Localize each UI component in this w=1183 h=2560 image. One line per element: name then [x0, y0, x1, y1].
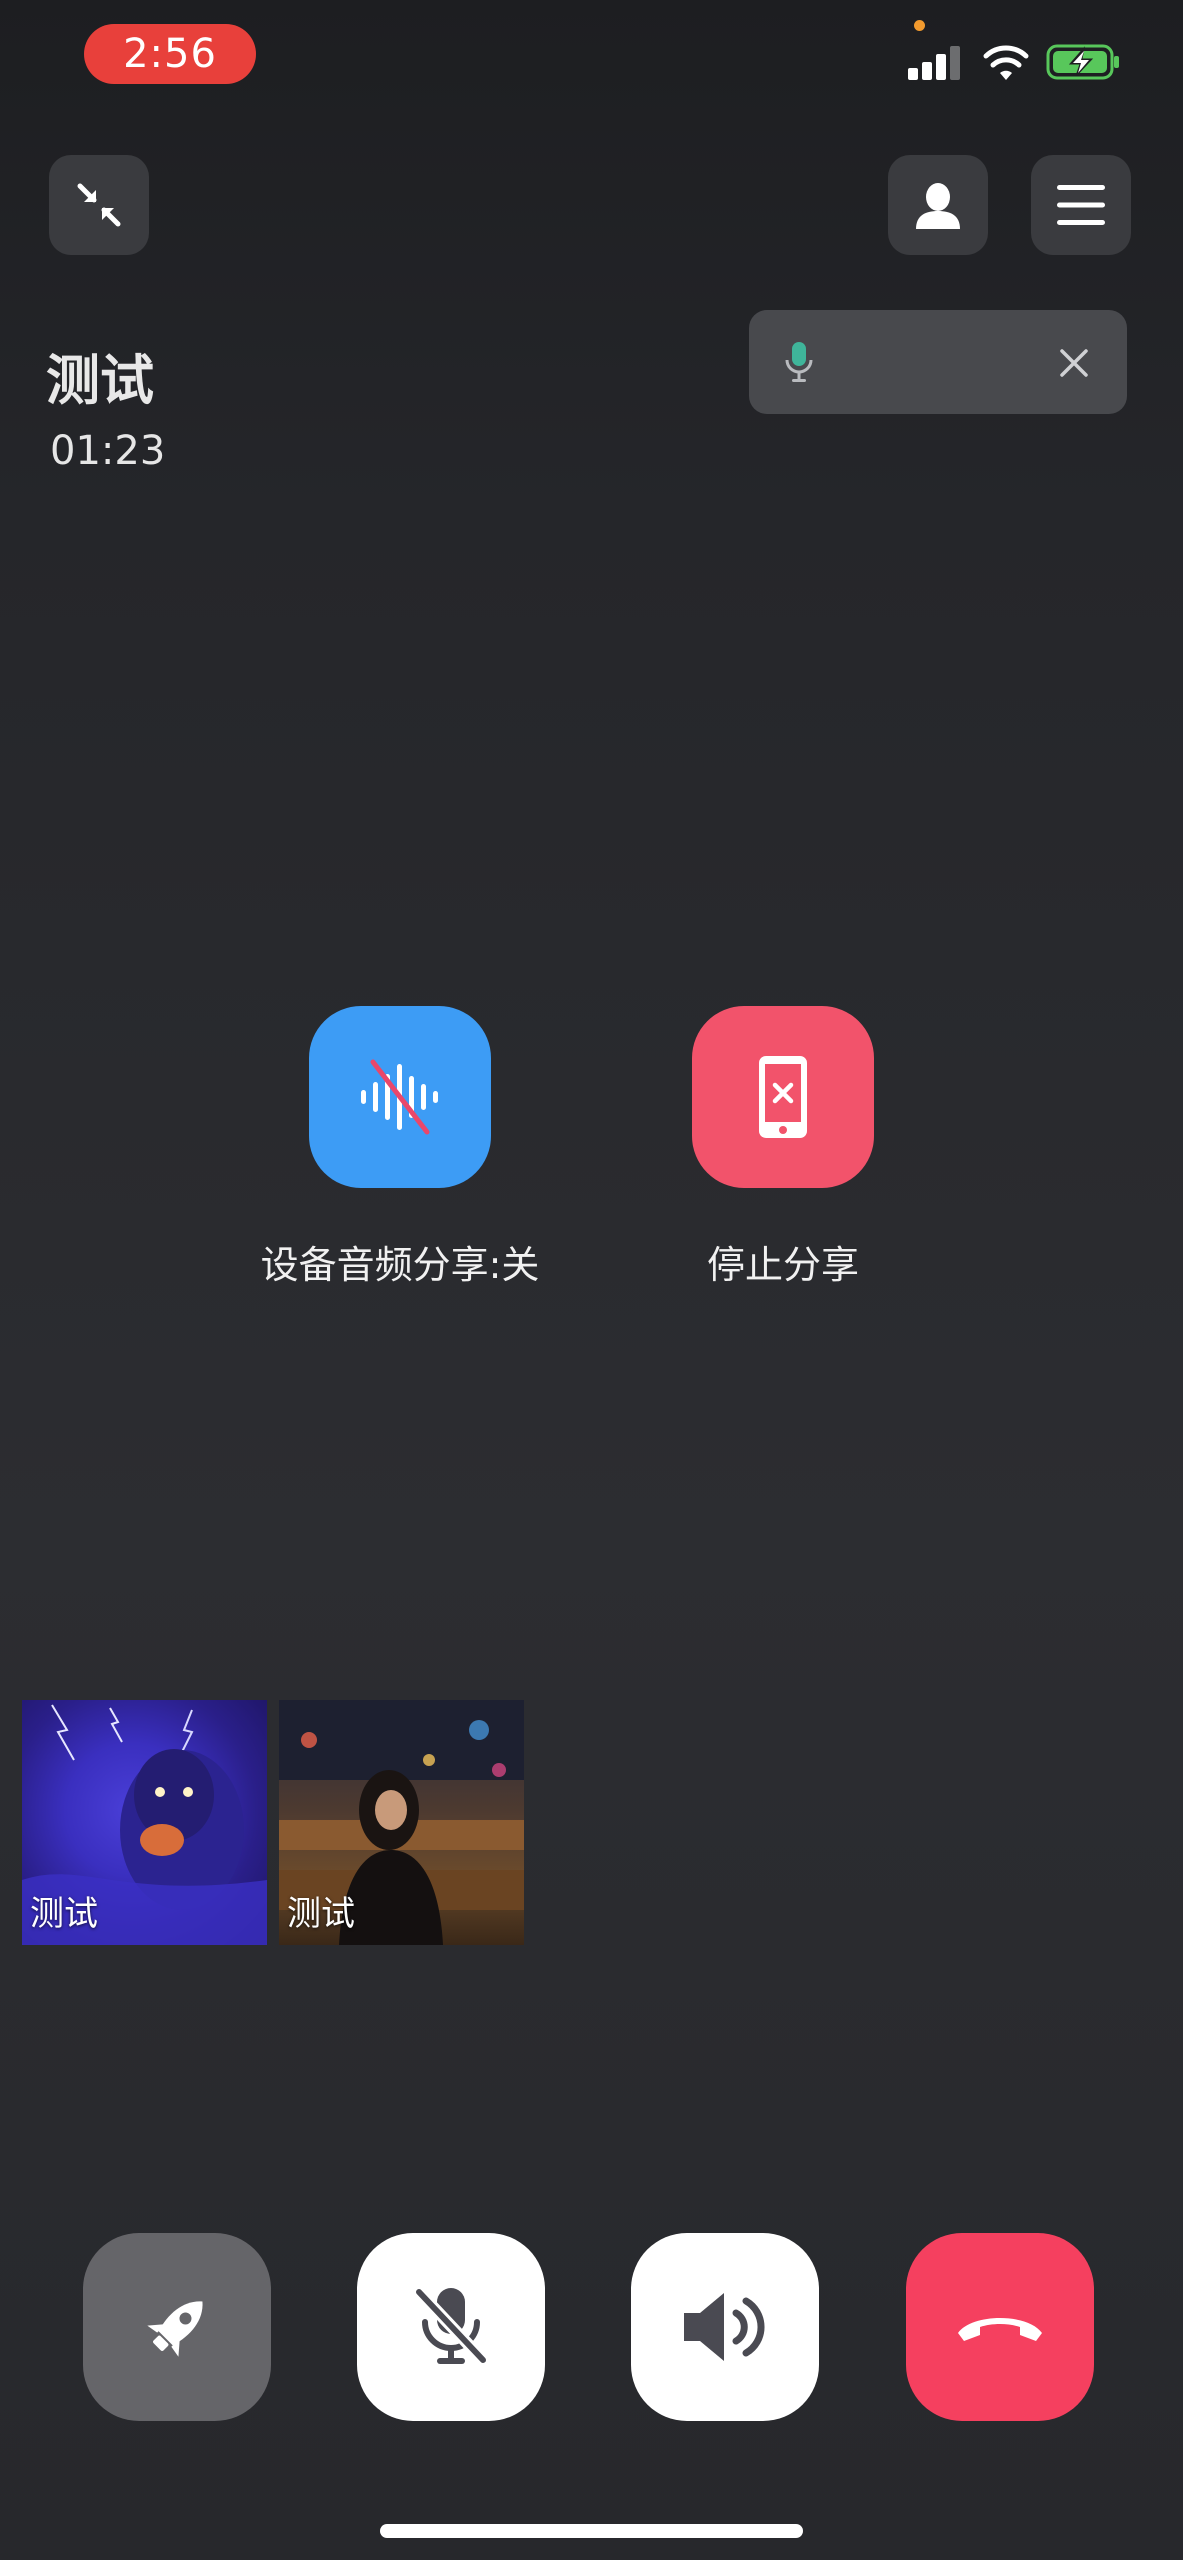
minimize-button[interactable]: [49, 155, 149, 255]
participant-tile[interactable]: 测试: [279, 1700, 524, 1945]
privacy-indicator-dot: [914, 20, 925, 31]
cellular-signal-icon: [908, 46, 960, 80]
wifi-icon: [983, 45, 1029, 80]
hangup-button[interactable]: [906, 2233, 1094, 2421]
stop-share-label: 停止分享: [706, 1243, 859, 1287]
floating-mic-indicator[interactable]: [749, 310, 1127, 414]
collapse-arrows-icon: [77, 183, 121, 227]
menu-button[interactable]: [1031, 155, 1131, 255]
microphone-muted-button[interactable]: [357, 2233, 545, 2421]
hamburger-menu-icon: [1057, 185, 1105, 225]
stop-share-button[interactable]: [692, 1006, 874, 1188]
rocket-button[interactable]: [83, 2233, 271, 2421]
participants-button[interactable]: [888, 155, 988, 255]
device-audio-share-button[interactable]: [309, 1006, 491, 1188]
device-audio-share-label: 设备音频分享:关: [260, 1243, 540, 1287]
sound-wave-off-icon: [361, 1059, 438, 1135]
call-title: 测试: [46, 349, 154, 412]
close-icon[interactable]: [1059, 348, 1089, 378]
home-indicator[interactable]: [380, 2524, 803, 2538]
microphone-icon: [785, 342, 813, 382]
microphone-muted-icon: [413, 2286, 489, 2366]
participant-name: 测试: [30, 1894, 98, 1934]
speaker-button[interactable]: [631, 2233, 819, 2421]
phone-stop-icon: [759, 1056, 807, 1138]
phone-hangup-icon: [958, 2318, 1042, 2341]
call-screen: 2:56 测试 01:23 设备音频分享:关 停止分享 测试 测试: [0, 0, 1183, 2560]
person-icon: [916, 183, 960, 229]
participant-name: 测试: [287, 1894, 355, 1934]
battery-charging-icon: [1046, 44, 1119, 80]
rocket-icon: [147, 2301, 203, 2357]
status-time: 2:56: [123, 31, 217, 77]
participant-tile[interactable]: 测试: [22, 1700, 267, 1945]
speaker-icon: [684, 2293, 765, 2361]
status-time-pill[interactable]: 2:56: [84, 24, 256, 84]
call-duration: 01:23: [50, 428, 166, 474]
